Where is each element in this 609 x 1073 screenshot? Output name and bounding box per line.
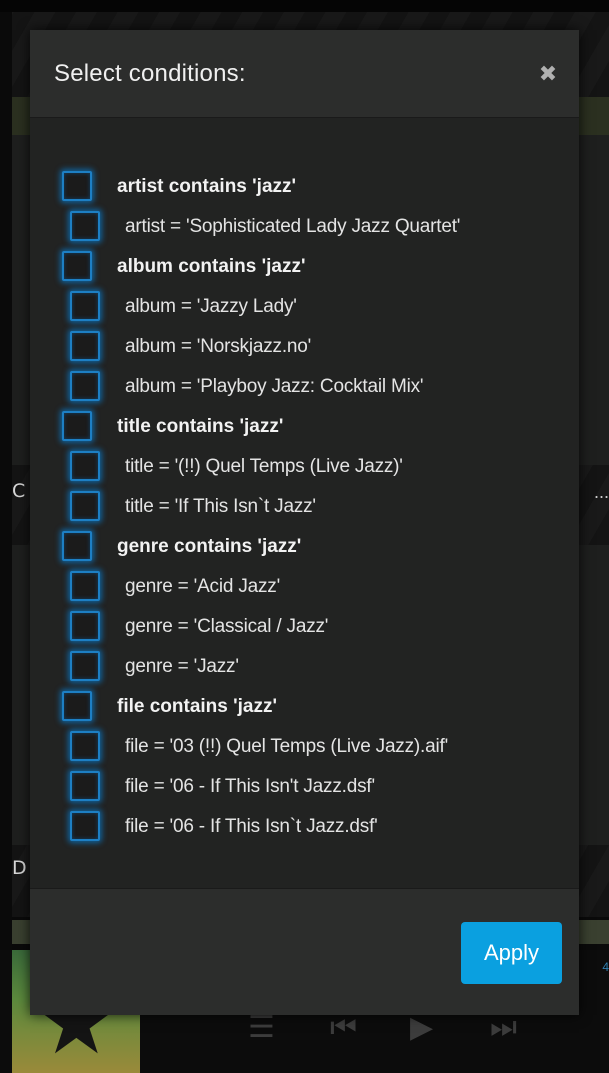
time-fragment: 4 [602, 960, 609, 974]
condition-item-label: file = '06 - If This Isn't Jazz.dsf' [125, 776, 375, 797]
condition-checkbox[interactable] [70, 731, 100, 761]
condition-item-label: title = 'If This Isn`t Jazz' [125, 496, 316, 517]
condition-item-row[interactable]: genre = 'Acid Jazz' [30, 567, 579, 607]
condition-item-label: title = '(!!) Quel Temps (Live Jazz)' [125, 456, 403, 477]
condition-item-row[interactable]: file = '06 - If This Isn`t Jazz.dsf' [30, 807, 579, 847]
queue-icon: ☰ [248, 1010, 275, 1045]
close-icon[interactable]: ✖ [535, 62, 561, 88]
condition-checkbox[interactable] [70, 651, 100, 681]
condition-group-label: artist contains 'jazz' [117, 176, 297, 197]
condition-item-row[interactable]: album = 'Jazzy Lady' [30, 287, 579, 327]
next-icon: ⏭ [490, 1010, 517, 1045]
condition-checkbox[interactable] [70, 371, 100, 401]
condition-group-label: album contains 'jazz' [117, 256, 306, 277]
condition-item-row[interactable]: album = 'Playboy Jazz: Cocktail Mix' [30, 367, 579, 407]
condition-item-row[interactable]: title = '(!!) Quel Temps (Live Jazz)' [30, 447, 579, 487]
dialog-header: Select conditions: ✖ [30, 30, 579, 118]
apply-button[interactable]: Apply [461, 922, 562, 984]
condition-checkbox[interactable] [70, 211, 100, 241]
condition-item-label: genre = 'Classical / Jazz' [125, 616, 329, 637]
condition-checkbox[interactable] [70, 491, 100, 521]
condition-checkbox[interactable] [70, 331, 100, 361]
condition-checkbox[interactable] [70, 291, 100, 321]
dialog-footer: Apply [30, 888, 579, 1015]
condition-group-row[interactable]: file contains 'jazz' [30, 687, 579, 727]
condition-item-label: album = 'Norskjazz.no' [125, 336, 312, 357]
play-icon: ▶ [410, 1010, 434, 1045]
condition-item-label: album = 'Playboy Jazz: Cocktail Mix' [125, 376, 424, 397]
condition-item-label: album = 'Jazzy Lady' [125, 296, 297, 317]
conditions-list: artist contains 'jazz' artist = 'Sophisti… [30, 118, 579, 888]
condition-item-label: genre = 'Acid Jazz' [125, 576, 281, 597]
condition-checkbox[interactable] [70, 611, 100, 641]
condition-item-row[interactable]: title = 'If This Isn`t Jazz' [30, 487, 579, 527]
condition-checkbox[interactable] [62, 691, 92, 721]
condition-group-label: genre contains 'jazz' [117, 536, 302, 557]
condition-checkbox[interactable] [62, 171, 92, 201]
condition-checkbox[interactable] [62, 251, 92, 281]
condition-item-label: file = '03 (!!) Quel Temps (Live Jazz).a… [125, 736, 449, 757]
condition-item-row[interactable]: genre = 'Classical / Jazz' [30, 607, 579, 647]
background-top-bar [0, 0, 609, 12]
condition-group-row[interactable]: genre contains 'jazz' [30, 527, 579, 567]
condition-item-row[interactable]: file = '03 (!!) Quel Temps (Live Jazz).a… [30, 727, 579, 767]
condition-group-row[interactable]: album contains 'jazz' [30, 247, 579, 287]
condition-checkbox[interactable] [70, 451, 100, 481]
background-edge-text-2: D [12, 857, 27, 879]
condition-checkbox[interactable] [70, 811, 100, 841]
condition-group-label: file contains 'jazz' [117, 696, 278, 717]
condition-item-label: file = '06 - If This Isn`t Jazz.dsf' [125, 816, 378, 837]
condition-item-row[interactable]: album = 'Norskjazz.no' [30, 327, 579, 367]
background-more-icon: ... [593, 482, 609, 502]
condition-group-label: title contains 'jazz' [117, 416, 284, 437]
condition-checkbox[interactable] [70, 771, 100, 801]
condition-group-row[interactable]: artist contains 'jazz' [30, 167, 579, 207]
dialog-title: Select conditions: [54, 60, 246, 87]
condition-item-row[interactable]: artist = 'Sophisticated Lady Jazz Quarte… [30, 207, 579, 247]
condition-item-row[interactable]: genre = 'Jazz' [30, 647, 579, 687]
condition-group-row[interactable]: title contains 'jazz' [30, 407, 579, 447]
condition-item-label: artist = 'Sophisticated Lady Jazz Quarte… [125, 216, 461, 237]
condition-item-row[interactable]: file = '06 - If This Isn't Jazz.dsf' [30, 767, 579, 807]
condition-item-label: genre = 'Jazz' [125, 656, 239, 677]
select-conditions-dialog: Select conditions: ✖ artist contains 'ja… [30, 30, 579, 1015]
background-edge-text: C [12, 480, 25, 502]
condition-checkbox[interactable] [62, 531, 92, 561]
condition-checkbox[interactable] [70, 571, 100, 601]
previous-icon: ⏮ [330, 1010, 357, 1045]
condition-checkbox[interactable] [62, 411, 92, 441]
